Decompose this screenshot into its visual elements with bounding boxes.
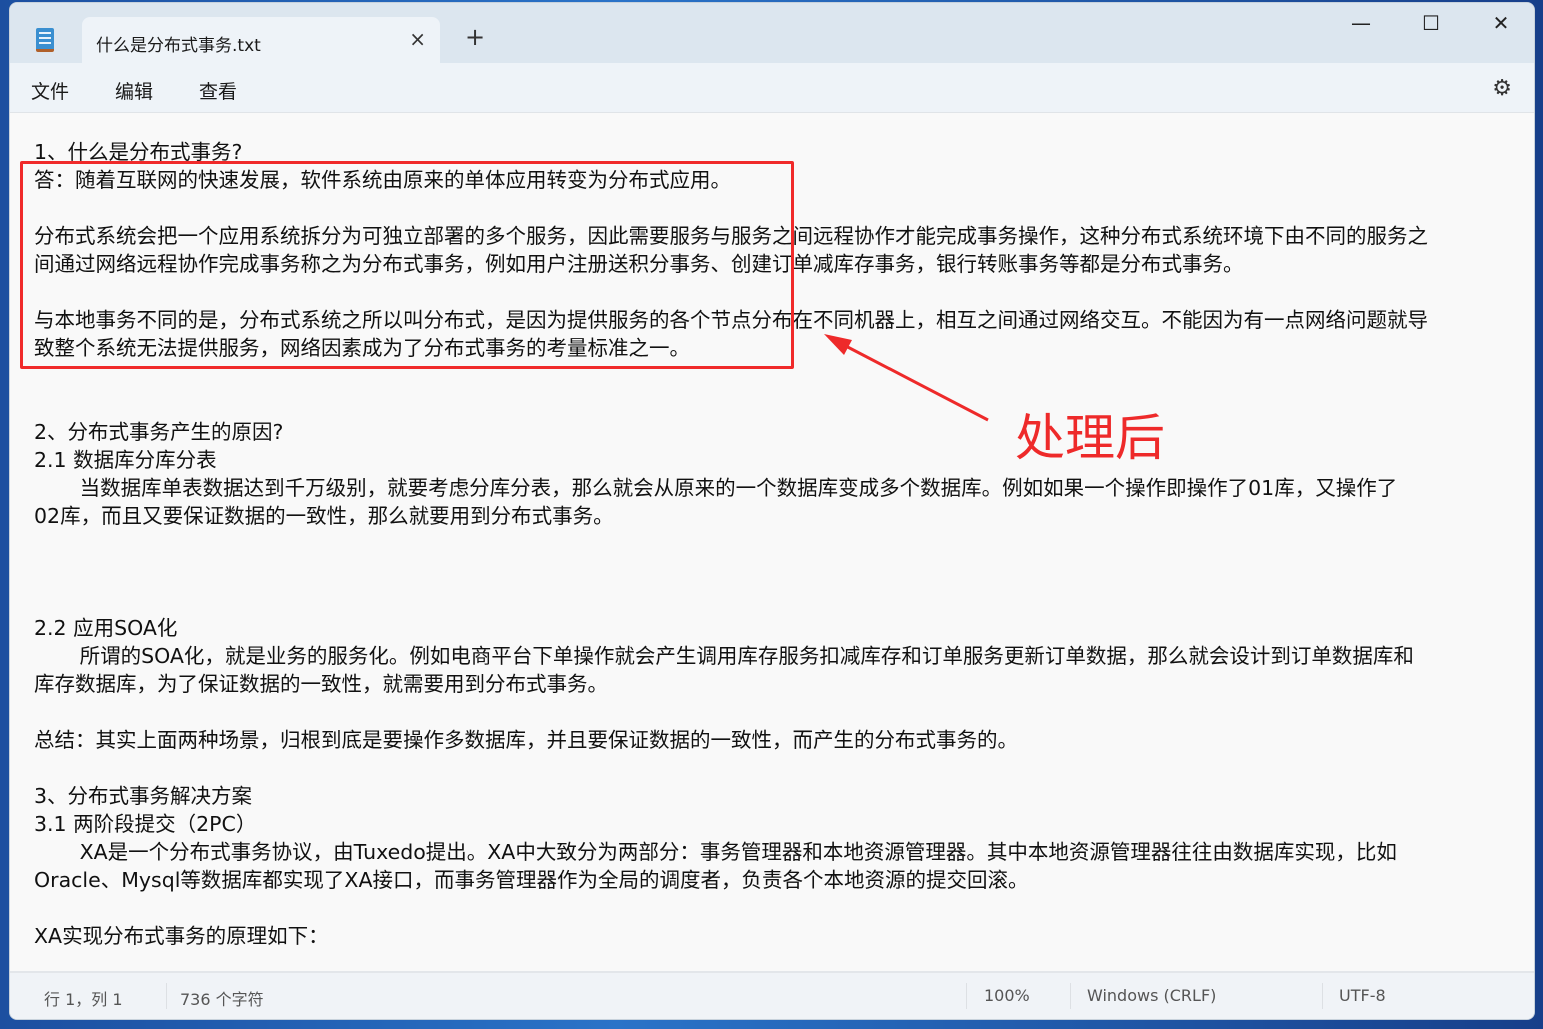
annotation-label: 处理后 xyxy=(1015,409,1165,467)
annotation-arrow-icon xyxy=(824,334,989,422)
